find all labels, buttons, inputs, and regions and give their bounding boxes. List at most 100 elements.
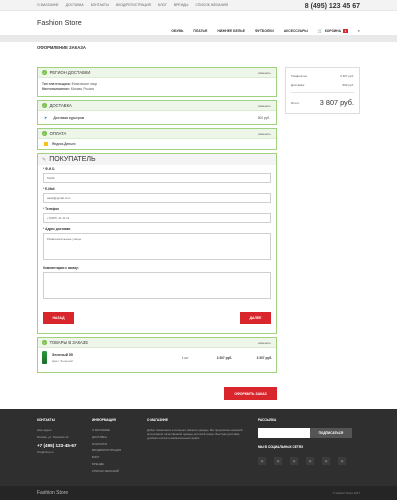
region-block: ✓ РЕГИОН ДОСТАВКИ изменить Тип плательщи… [37,67,277,97]
google-plus-icon[interactable]: ◉ [306,457,314,465]
site-logo[interactable]: Fashion Store [37,18,82,27]
checkout-form: ✓ РЕГИОН ДОСТАВКИ изменить Тип плательщи… [37,67,277,376]
comment-label: Комментарии к заказу: [43,266,79,270]
youtube-icon[interactable]: ◉ [338,457,346,465]
product-name[interactable]: Зеленый 55 [52,353,73,357]
summary-goods-label: Товаров на: [291,74,308,78]
back-button[interactable]: НАЗАД [43,312,74,324]
footer-about-text: Добро пожаловать в интернет-магазин одеж… [147,428,243,440]
address-field-group: * Адрес доставки Развлекательные улицы [43,227,271,260]
footer-link-about[interactable]: О МАГАЗИНЕ [92,428,121,432]
footer-phone[interactable]: +7 (495) 123-45-67 [37,443,76,448]
delivery-name: Доставка курьером [53,115,85,120]
top-link-delivery[interactable]: ДОСТАВКА [66,3,84,7]
summary-total-label: Итого: [291,100,300,105]
instagram-icon[interactable]: ◉ [322,457,330,465]
payment-details: Яндекс.Деньги [38,139,276,149]
payment-name: Яндекс.Деньги [52,142,76,146]
top-link-wishlist[interactable]: СПИСОК ЖЕЛАНИЙ [195,3,227,7]
place-order-button[interactable]: ОФОРМИТЬ ЗАКАЗ [224,387,277,400]
product-color: Цвет: Зеленый [52,358,73,363]
payment-block-header: ✓ ОПЛАТА изменить [38,129,276,139]
summary-goods-row: Товаров на: 3 307 руб. [291,74,354,78]
buyer-buttons: НАЗАД ДАЛЕЕ [43,303,271,329]
top-link-blog[interactable]: БЛОГ [158,3,167,7]
social-icons: ◉ ◉ ◉ ◉ ◉ ◉ [258,457,354,465]
phone-field-group: * Телефон +7(987) 11 11 11 [43,207,271,223]
subscribe-email-input[interactable] [258,428,310,438]
goods-change-link[interactable]: изменить [258,341,271,345]
region-change-link[interactable]: изменить [258,71,271,75]
subscribe-button[interactable]: ПОДПИСАТЬСЯ [310,428,352,438]
pencil-icon: ✎ [42,156,47,163]
product-sum: 3 307 руб. [256,355,272,360]
nav-item-underwear[interactable]: НИЖНЕЕ БЕЛЬЕ [217,29,245,33]
nav-item-shoes[interactable]: ОБУВЬ [171,29,183,33]
footer-email[interactable]: info@shop.ru [37,450,76,454]
summary-total-value: 3 807 руб. [319,98,354,107]
comment-textarea[interactable] [43,272,271,299]
footer-info: ИНФОРМАЦИЯ О МАГАЗИНЕ ДОСТАВКА КОНТАКТЫ … [92,418,121,476]
summary-goods-value: 3 307 руб. [339,74,354,78]
top-link-brands[interactable]: ВРЕНДЫ [174,3,189,7]
footer-link-delivery[interactable]: ДОСТАВКА [92,435,121,439]
buyer-fields: * Ф.И.О. Kartik * E-Mail aaaa@gmail.com … [38,165,276,333]
summary-total-row: Итого: 3 807 руб. [291,92,354,107]
product-thumbnail[interactable] [42,351,47,364]
footer-link-wishlist[interactable]: СПИСОК ЖЕЛАНИЙ [92,469,121,473]
facebook-icon[interactable]: ◉ [274,457,282,465]
fio-field-group: * Ф.И.О. Kartik [43,167,271,183]
delivery-block-header: ✓ ДОСТАВКА изменить [38,101,276,111]
cart-button[interactable]: 🛒 КОРЗИНА 1 [318,28,348,33]
footer-logo[interactable]: Fashion Store [37,490,68,496]
buyer-block: ✎ ПОКУПАТЕЛЬ * Ф.И.О. Kartik * E-Mail aa… [37,153,277,334]
footer-contacts: КОНТАКТЫ Наш адрес: Москва, ул. Тверская… [37,418,76,457]
search-icon[interactable]: ⌕ [358,28,360,33]
phone-input[interactable]: +7(987) 11 11 11 [43,213,271,223]
nav-item-accessories[interactable]: АКСЕССУАРЫ [284,29,308,33]
delivery-change-link[interactable]: изменить [258,104,271,108]
region-title: РЕГИОН ДОСТАВКИ [49,70,91,75]
site-footer: КОНТАКТЫ Наш адрес: Москва, ул. Тверская… [0,409,397,486]
location-label: Местоположение: [42,87,71,91]
summary-delivery-label: Доставка: [291,83,305,87]
email-input[interactable]: aaaa@gmail.com [43,193,271,203]
vk-icon[interactable]: ◉ [258,457,266,465]
footer-link-login[interactable]: ВХОД/РЕГИСТРАЦИЯ [92,448,121,452]
footer-subscribe: РАССЫЛКА ПОДПИСАТЬСЯ МЫ В СОЦИАЛЬНЫХ СЕТ… [258,418,354,465]
footer-link-blog[interactable]: БЛОГ [92,455,121,459]
region-details: Тип плательщика: Физическое лицо Местопо… [38,78,276,96]
top-link-about[interactable]: О МАГАЗИНЕ [37,3,59,7]
footer-link-contacts[interactable]: КОНТАКТЫ [92,442,121,446]
payment-title: ОПЛАТА [49,131,67,136]
nav-item-tshirts[interactable]: ФУТБОЛКИ [255,29,274,33]
goods-block-header: ✓ ТОВАРЫ В ЗАКАЗЕ изменить [38,338,276,348]
check-icon: ✓ [42,340,47,345]
goods-block: ✓ ТОВАРЫ В ЗАКАЗЕ изменить Зеленый 55 Цв… [37,337,277,373]
top-link-login[interactable]: ВХОД/РЕГИСТРАЦИЯ [116,3,151,7]
twitter-icon[interactable]: ◉ [290,457,298,465]
cart-count-badge: 1 [343,28,348,33]
address-label: * Адрес доставки [43,227,71,231]
nav-item-dresses[interactable]: ПЛАТЬЯ [193,29,207,33]
fio-input[interactable]: Kartik [43,173,271,183]
product-qty: 1 шт [181,355,189,360]
footer-about-title: О МАГАЗИНЕ [147,418,168,422]
footer-info-title: ИНФОРМАЦИЯ [92,418,116,422]
summary-delivery-row: Доставка: 500 руб. [291,83,354,87]
check-icon: ✓ [42,103,47,108]
footer-contacts-line: Москва, ул. Тверская 12 [37,434,69,439]
main-nav: ОБУВЬ ПЛАТЬЯ НИЖНЕЕ БЕЛЬЕ ФУТБОЛКИ АКСЕС… [161,28,360,33]
payer-type-value: Физическое лицо [71,82,98,86]
next-button[interactable]: ДАЛЕЕ [240,312,271,324]
payment-change-link[interactable]: изменить [258,132,271,136]
top-link-contacts[interactable]: КОНТАКТЫ [91,3,109,7]
delivery-block: ✓ ДОСТАВКА изменить ➤ Доставка курьером … [37,100,277,125]
product-price: 3 307 руб. [216,355,233,360]
footer-contacts-line: Наш адрес: [37,428,53,432]
footer-link-brands[interactable]: БРЕНДЫ [92,462,121,466]
comment-field-group: Комментарии к заказу: [43,266,271,299]
header-phone: 8 (495) 123 45 67 [304,3,360,10]
delivery-details: ➤ Доставка курьером 500 руб. [38,111,276,124]
address-textarea[interactable]: Развлекательные улицы [43,233,271,260]
